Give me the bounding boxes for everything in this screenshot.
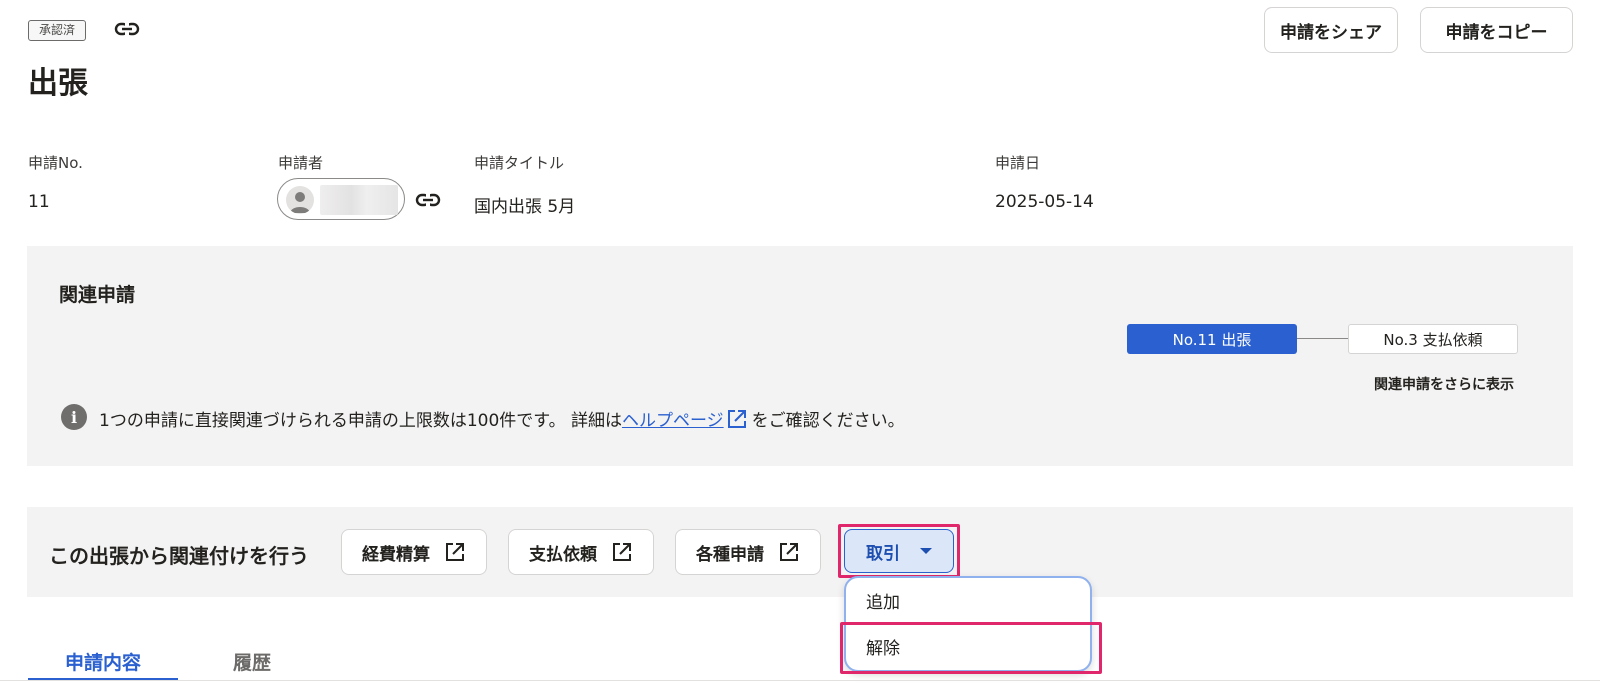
share-button[interactable]: 申請をシェア [1264, 7, 1398, 53]
remove-item-highlight [840, 622, 1102, 674]
title-value: 国内出張 5月 [474, 197, 576, 217]
tabs-divider [0, 680, 1600, 681]
applicant-name-redacted [320, 185, 398, 215]
linked-application-node[interactable]: No.3 支払依頼 [1348, 324, 1518, 354]
caret-down-icon [920, 548, 932, 554]
title-label: 申請タイトル [474, 154, 565, 172]
related-applications-panel: 関連申請 No.11 出張 No.3 支払依頼 関連申請をさらに表示 i 1つの… [27, 246, 1573, 466]
tab-history[interactable]: 履歴 [233, 648, 271, 675]
tab-application-content[interactable]: 申請内容 [28, 648, 178, 675]
link-actions-bar: この出張から関連付けを行う 経費精算 支払依頼 各種申請 [27, 507, 1573, 597]
various-requests-button[interactable]: 各種申請 [675, 529, 821, 575]
external-link-icon [727, 409, 746, 428]
current-application-node[interactable]: No.11 出張 [1127, 324, 1297, 354]
expense-button[interactable]: 経費精算 [341, 529, 487, 575]
deal-dropdown-button[interactable]: 取引 [844, 529, 954, 573]
node-connector [1297, 338, 1349, 339]
info-icon: i [61, 404, 87, 430]
info-suffix: をご確認ください。 [751, 411, 905, 431]
date-value: 2025-05-14 [995, 192, 1094, 212]
expense-label: 経費精算 [362, 544, 430, 565]
various-label: 各種申請 [696, 544, 764, 565]
number-label: 申請No. [28, 154, 83, 172]
copy-button[interactable]: 申請をコピー [1420, 7, 1573, 53]
applicant-chip[interactable] [277, 178, 405, 220]
payment-label: 支払依頼 [529, 544, 597, 565]
avatar [286, 186, 314, 214]
menu-item-add[interactable]: 追加 [866, 588, 900, 613]
external-link-icon [446, 543, 464, 561]
info-message: 1つの申請に直接関連づけられる申請の上限数は100件です。 詳細は ヘルプページ… [99, 406, 905, 431]
date-label: 申請日 [995, 154, 1041, 172]
applicant-link-icon[interactable] [414, 189, 442, 211]
related-heading: 関連申請 [59, 284, 136, 306]
applicant-label: 申請者 [278, 154, 324, 172]
person-icon [290, 192, 310, 213]
show-more-related-link[interactable]: 関連申請をさらに表示 [1374, 374, 1514, 394]
deal-label: 取引 [866, 543, 900, 564]
external-link-icon [613, 543, 631, 561]
status-badge: 承認済 [28, 20, 87, 41]
link-actions-label: この出張から関連付けを行う [49, 544, 309, 568]
external-link-icon [780, 543, 798, 561]
payment-request-button[interactable]: 支払依頼 [508, 529, 654, 575]
help-page-link[interactable]: ヘルプページ [622, 406, 724, 431]
page-title: 出張 [28, 66, 88, 101]
link-icon[interactable] [113, 18, 141, 40]
number-value: 11 [28, 192, 50, 212]
info-prefix: 1つの申請に直接関連づけられる申請の上限数は100件です。 詳細は [99, 411, 622, 431]
